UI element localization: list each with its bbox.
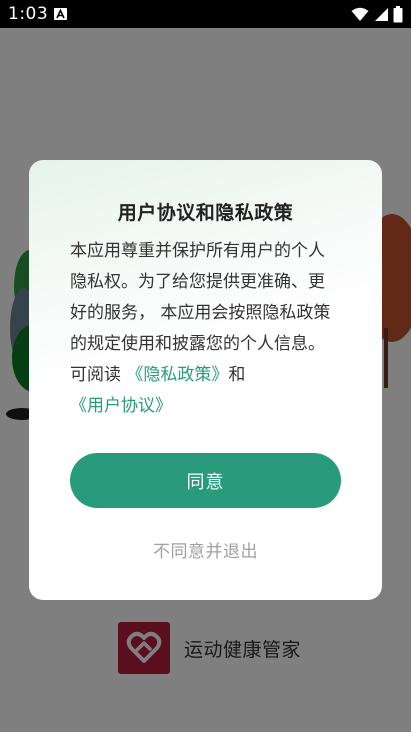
body-text: 本应用尊重并保护所有用户的个人隐私权。为了给您提供更准确、更好的服务， 本应用会… (70, 241, 331, 385)
privacy-dialog: 用户协议和隐私政策 本应用尊重并保护所有用户的个人隐私权。为了给您提供更准确、更… (29, 160, 382, 600)
status-icons (351, 4, 403, 24)
battery-icon (393, 5, 403, 23)
a-notification-icon (54, 8, 67, 20)
decline-exit-button[interactable]: 不同意并退出 (29, 537, 382, 562)
privacy-policy-link[interactable]: 《隐私政策》 (126, 365, 228, 385)
cellular-signal-icon (373, 7, 389, 22)
conjunction-text: 和 (228, 365, 246, 385)
user-agreement-link[interactable]: 《用户协议》 (70, 396, 172, 416)
status-bar: 1:03 (0, 0, 411, 28)
agree-button[interactable]: 同意 (70, 453, 341, 508)
wifi-icon (351, 7, 369, 22)
dialog-body: 本应用尊重并保护所有用户的个人隐私权。为了给您提供更准确、更好的服务， 本应用会… (70, 236, 340, 422)
dialog-title: 用户协议和隐私政策 (117, 202, 294, 224)
status-time: 1:03 (8, 4, 49, 24)
